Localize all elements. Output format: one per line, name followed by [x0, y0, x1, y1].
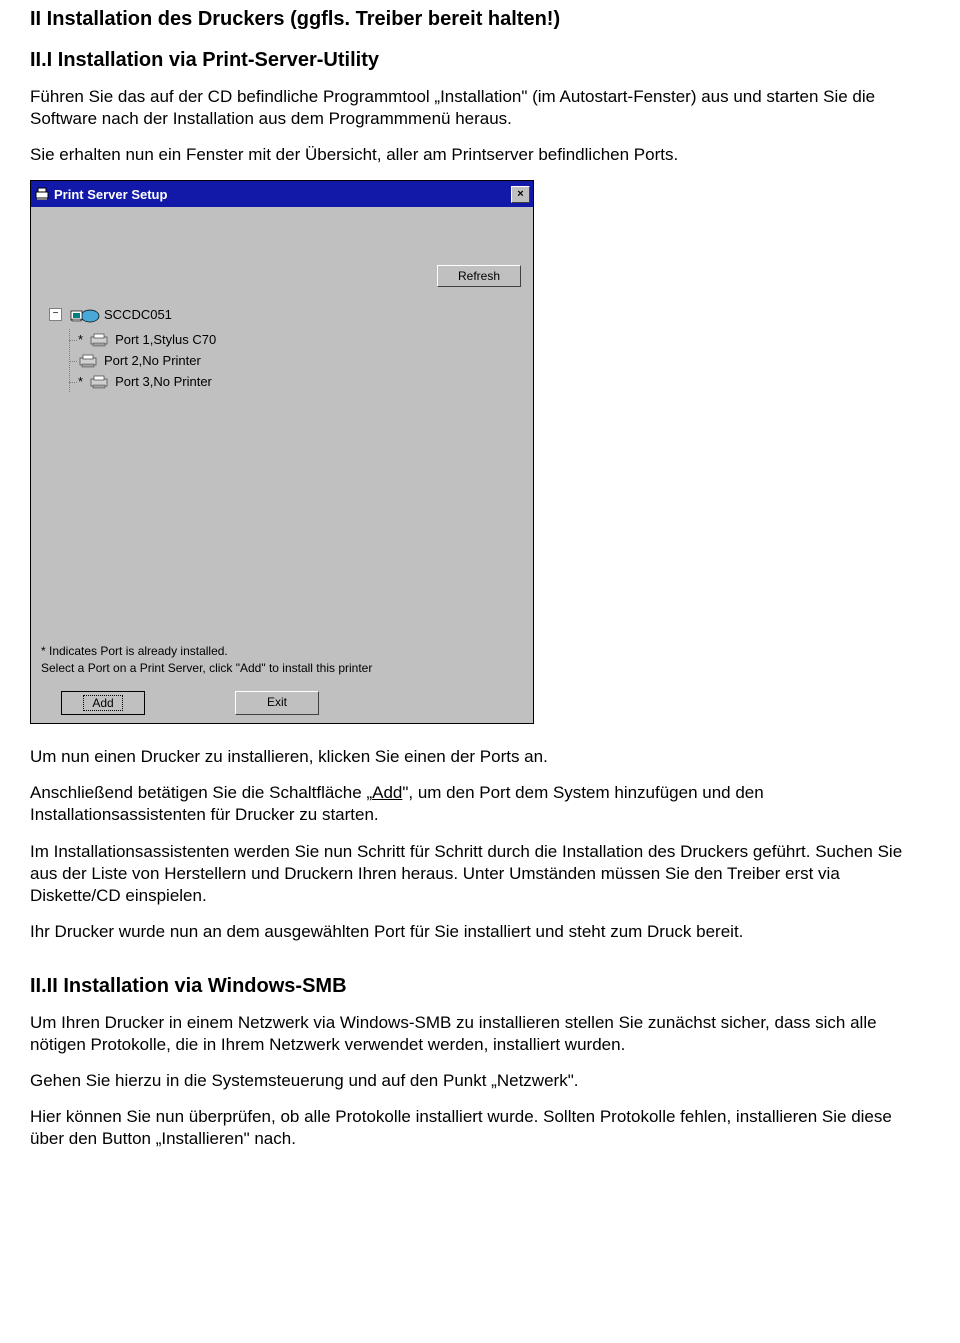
add-underline: Add [372, 783, 402, 802]
hint-text-block: * Indicates Port is already installed. S… [41, 643, 372, 678]
tree-port-item[interactable]: Port 2,No Printer [70, 350, 525, 371]
app-icon [34, 186, 50, 202]
tree-port-item[interactable]: * Port 1,Stylus C70 [70, 329, 525, 350]
add-button[interactable]: Add [61, 691, 145, 715]
dialog-titlebar[interactable]: Print Server Setup × [31, 181, 533, 207]
dialog-title: Print Server Setup [54, 187, 167, 202]
refresh-button[interactable]: Refresh [437, 265, 521, 287]
server-name-label: SCCDC051 [104, 307, 172, 322]
heading-sub1: II.I Installation via Print-Server-Utili… [30, 49, 930, 72]
tree-port-item[interactable]: * Port 3,No Printer [70, 371, 525, 392]
port-label: Port 3,No Printer [115, 374, 212, 389]
port-label: Port 1,Stylus C70 [115, 332, 216, 347]
hint-line: Select a Port on a Print Server, click "… [41, 660, 372, 677]
printer-icon [78, 354, 98, 368]
paragraph: Anschließend betätigen Sie die Schaltflä… [30, 782, 930, 826]
tree-root-node[interactable]: − SCCDC051 [49, 305, 525, 323]
paragraph: Hier können Sie nun überprüfen, ob alle … [30, 1106, 930, 1150]
paragraph: Im Installationsassistenten werden Sie n… [30, 841, 930, 907]
hint-line: * Indicates Port is already installed. [41, 643, 372, 660]
paragraph: Um nun einen Drucker zu installieren, kl… [30, 746, 930, 768]
print-server-setup-dialog: Print Server Setup × Refresh − [30, 180, 534, 724]
port-label: Port 2,No Printer [104, 353, 201, 368]
asterisk-marker: * [78, 374, 83, 389]
paragraph: Gehen Sie hierzu in die Systemsteuerung … [30, 1070, 930, 1092]
exit-button[interactable]: Exit [235, 691, 319, 715]
paragraph: Ihr Drucker wurde nun an dem ausgewählte… [30, 921, 930, 943]
asterisk-marker: * [78, 332, 83, 347]
dialog-body: Refresh − SCCDC051 [31, 207, 533, 723]
print-server-icon [70, 305, 98, 323]
server-tree[interactable]: − SCCDC051 * [49, 305, 525, 392]
heading-sub2: II.II Installation via Windows-SMB [30, 975, 930, 998]
close-button[interactable]: × [511, 186, 530, 203]
collapse-icon[interactable]: − [49, 308, 62, 321]
paragraph: Führen Sie das auf der CD befindliche Pr… [30, 86, 930, 130]
printer-icon [89, 333, 109, 347]
paragraph: Sie erhalten nun ein Fenster mit der Übe… [30, 144, 930, 166]
paragraph: Um Ihren Drucker in einem Netzwerk via W… [30, 1012, 930, 1056]
printer-icon [89, 375, 109, 389]
heading-main: II Installation des Druckers (ggfls. Tre… [30, 8, 930, 31]
